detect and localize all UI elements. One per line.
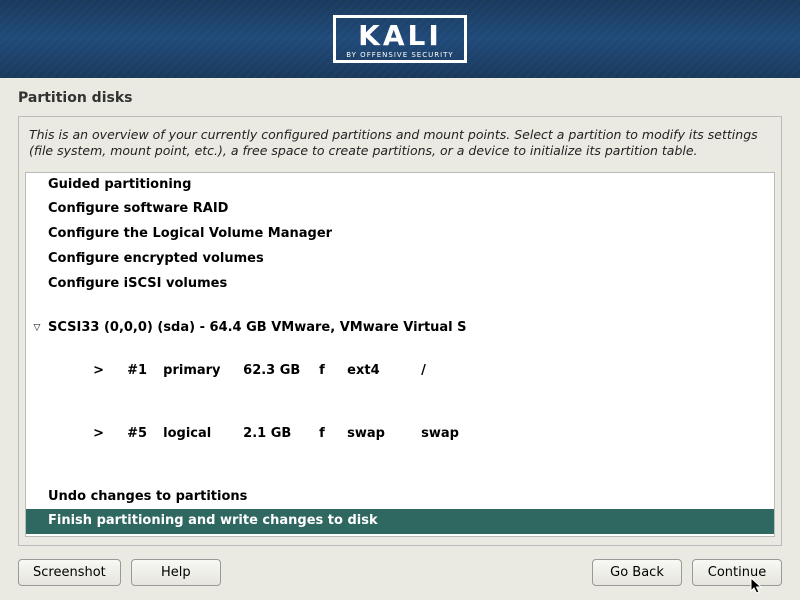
list-spacer [26, 466, 774, 485]
menu-finish-partitioning[interactable]: Finish partitioning and write changes to… [26, 509, 774, 534]
partition-size: 62.3 GB [243, 362, 319, 381]
partition-size: 2.1 GB [243, 425, 319, 444]
menu-configure-lvm[interactable]: Configure the Logical Volume Manager [26, 222, 774, 247]
menu-configure-encrypted[interactable]: Configure encrypted volumes [26, 247, 774, 272]
disk-entry[interactable]: ▽ SCSI33 (0,0,0) (sda) - 64.4 GB VMware,… [26, 316, 774, 341]
menu-undo-changes[interactable]: Undo changes to partitions [26, 485, 774, 510]
partition-fs: swap [347, 425, 421, 444]
screenshot-button[interactable]: Screenshot [18, 559, 121, 586]
main-panel: This is an overview of your currently co… [18, 116, 782, 546]
disk-label: SCSI33 (0,0,0) (sda) - 64.4 GB VMware, V… [48, 319, 467, 338]
continue-button[interactable]: Continue [692, 559, 782, 586]
partition-indicator: > [93, 425, 127, 444]
instructions-text: This is an overview of your currently co… [19, 117, 781, 172]
partition-number: #1 [127, 362, 163, 381]
logo-subtitle: BY OFFENSIVE SECURITY [346, 52, 453, 58]
kali-logo: KALI BY OFFENSIVE SECURITY [333, 15, 466, 62]
expand-triangle-icon: ▽ [32, 322, 42, 335]
menu-configure-iscsi[interactable]: Configure iSCSI volumes [26, 272, 774, 297]
page-title: Partition disks [0, 78, 800, 116]
partition-flag: f [319, 362, 347, 381]
button-spacer [231, 559, 582, 586]
partition-flag: f [319, 425, 347, 444]
help-button[interactable]: Help [131, 559, 221, 586]
partition-type: logical [163, 425, 243, 444]
installer-header: KALI BY OFFENSIVE SECURITY [0, 0, 800, 78]
partition-fs: ext4 [347, 362, 421, 381]
logo-text: KALI [346, 22, 453, 50]
partition-listbox[interactable]: Guided partitioning Configure software R… [25, 172, 775, 538]
partition-mount: / [421, 362, 426, 381]
partition-row[interactable]: >#5logical2.1 GBfswapswap [26, 403, 774, 466]
partition-row[interactable]: >#1primary62.3 GBfext4/ [26, 341, 774, 404]
button-bar: Screenshot Help Go Back Continue [0, 546, 800, 586]
list-spacer [26, 297, 774, 316]
go-back-button[interactable]: Go Back [592, 559, 682, 586]
menu-guided-partitioning[interactable]: Guided partitioning [26, 173, 774, 198]
partition-number: #5 [127, 425, 163, 444]
partition-type: primary [163, 362, 243, 381]
menu-configure-raid[interactable]: Configure software RAID [26, 197, 774, 222]
partition-mount: swap [421, 425, 459, 444]
partition-indicator: > [93, 362, 127, 381]
